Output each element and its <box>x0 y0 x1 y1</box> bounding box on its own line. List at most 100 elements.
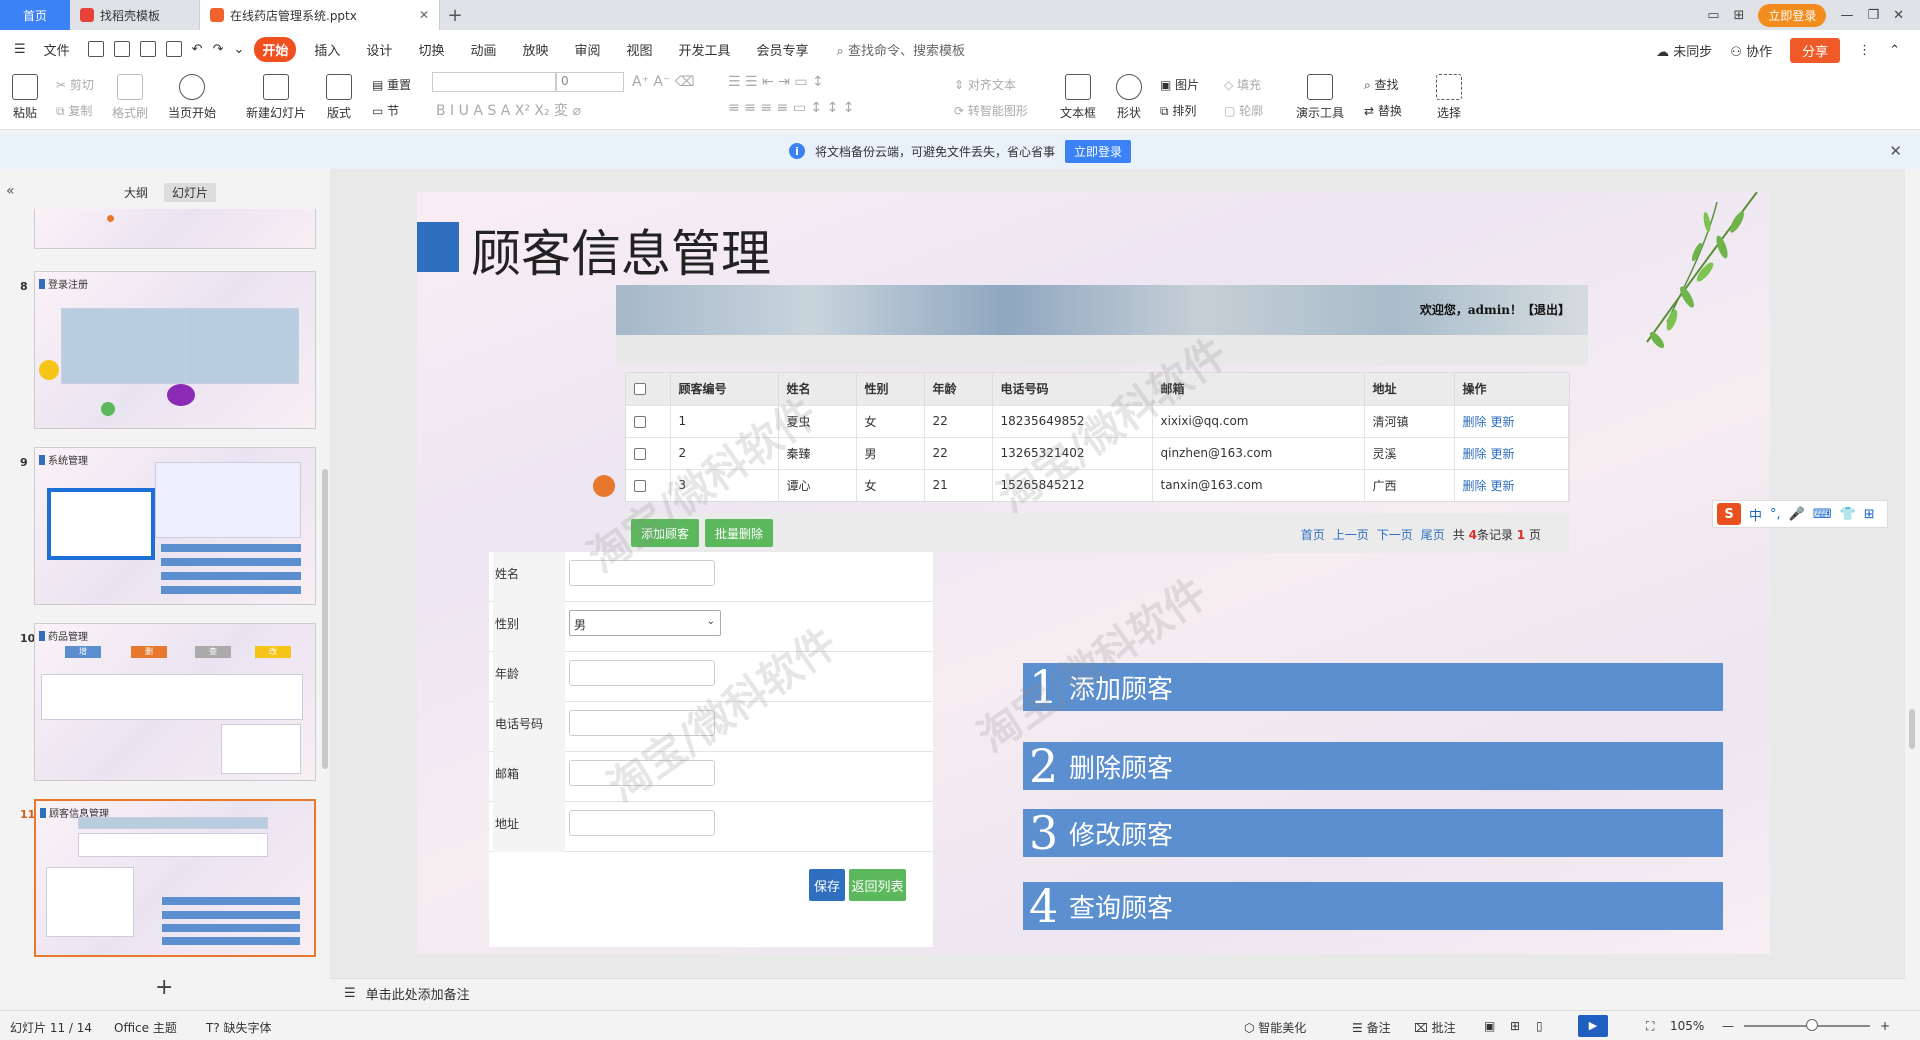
layout-button[interactable]: 版式 <box>326 74 352 121</box>
update-link[interactable]: 更新 <box>1491 415 1515 429</box>
file-menu[interactable]: 文件 <box>36 37 78 62</box>
sync-status[interactable]: ☁ 未同步 <box>1656 41 1712 60</box>
prev-page-link[interactable]: 上一页 <box>1333 526 1369 543</box>
slide-thumb-9[interactable]: 系统管理 <box>34 447 316 605</box>
welcome-text[interactable]: 欢迎您，admin！【退出】 <box>1420 301 1570 318</box>
batch-delete-button[interactable]: 批量删除 <box>705 519 774 547</box>
apps-grid-icon[interactable]: ⊞ <box>1734 8 1745 23</box>
zoom-slider-knob[interactable] <box>1806 1019 1818 1031</box>
paragraph-align-icons[interactable]: ≡ ≡ ≡ ≡ ▭ ↕ ↕ ↕ <box>728 100 855 116</box>
next-page-link[interactable]: 下一页 <box>1377 526 1413 543</box>
tab-design[interactable]: 设计 <box>358 37 400 62</box>
list-icons[interactable]: ☰ ☰ ⇤ ⇥ ▭ ↕ <box>728 74 824 90</box>
outline-button[interactable]: ▢ 轮廓 <box>1224 102 1263 119</box>
microphone-icon[interactable]: 🎤 <box>1789 507 1805 522</box>
delete-link[interactable]: 删除 <box>1463 479 1487 493</box>
row-checkbox[interactable] <box>634 415 646 428</box>
tab-developer[interactable]: 开发工具 <box>671 37 739 62</box>
export-pdf-icon[interactable] <box>113 41 130 57</box>
ime-lang[interactable]: 中 <box>1749 505 1762 524</box>
tab-animation[interactable]: 动画 <box>462 37 504 62</box>
select-button[interactable]: 选择 <box>1436 74 1462 121</box>
row-checkbox[interactable] <box>634 447 646 460</box>
font-style-icons[interactable]: B I U A S A X² X₂ 変 ⌀ <box>436 100 581 120</box>
reading-view-icon[interactable]: ▯ <box>1536 1019 1543 1033</box>
slide-thumb-8[interactable]: 登录注册 <box>34 271 316 429</box>
tab-view[interactable]: 视图 <box>619 37 661 62</box>
customize-chevron-icon[interactable]: ⌄ <box>233 42 244 57</box>
from-current-button[interactable]: 当页开始 <box>168 74 216 121</box>
ime-punct[interactable]: °, <box>1770 507 1781 522</box>
scroll-thumb[interactable] <box>1909 709 1915 749</box>
textbox-button[interactable]: 文本框 <box>1060 74 1096 121</box>
collapse-panel-icon[interactable]: « <box>6 183 15 199</box>
tab-close-icon[interactable]: ✕ <box>419 8 429 22</box>
tab-transition[interactable]: 切换 <box>410 37 452 62</box>
zoom-level[interactable]: 105% <box>1670 1019 1704 1033</box>
notes-placeholder[interactable]: 单击此处添加备注 <box>366 984 470 1003</box>
notification-close-icon[interactable]: ✕ <box>1889 142 1902 160</box>
undo-icon[interactable]: ↶ <box>192 42 203 57</box>
present-tool-button[interactable]: 演示工具 <box>1296 74 1344 121</box>
address-input[interactable] <box>569 810 715 836</box>
zoom-out-icon[interactable]: — <box>1722 1019 1734 1033</box>
delete-link[interactable]: 删除 <box>1463 415 1487 429</box>
thumb-scrollbar[interactable] <box>322 469 328 769</box>
tab-start[interactable]: 开始 <box>254 36 297 62</box>
share-button[interactable]: 分享 <box>1790 38 1841 63</box>
tab-review[interactable]: 审阅 <box>566 37 608 62</box>
redo-icon[interactable]: ↷ <box>213 42 224 57</box>
section-button[interactable]: ▭ 节 <box>372 102 399 119</box>
smart-art-button[interactable]: ⟳ 转智能图形 <box>954 102 1028 119</box>
collapse-ribbon-icon[interactable]: ⌃ <box>1889 43 1900 58</box>
normal-view-icon[interactable]: ▣ <box>1484 1019 1495 1033</box>
slides-tab[interactable]: 幻灯片 <box>164 183 217 202</box>
fit-window-icon[interactable]: ⛶ <box>1646 1019 1654 1034</box>
missing-font-button[interactable]: T? 缺失字体 <box>206 1019 272 1036</box>
slide-thumb-11[interactable]: 顾客信息管理 <box>34 799 316 957</box>
last-page-link[interactable]: 尾页 <box>1421 526 1445 543</box>
keyboard-icon[interactable]: ⌨ <box>1813 507 1832 522</box>
hamburger-icon[interactable]: ☰ <box>14 42 26 57</box>
more-icon[interactable]: ⋮ <box>1858 43 1871 58</box>
age-input[interactable] <box>569 660 715 686</box>
notification-login-button[interactable]: 立即登录 <box>1065 139 1132 163</box>
find-button[interactable]: ⌕ 查找 <box>1364 76 1399 93</box>
notes-bar[interactable]: ☰ 单击此处添加备注 <box>330 978 1905 1008</box>
font-size-select[interactable]: 0 <box>556 72 624 92</box>
replace-button[interactable]: ⇄ 替换 <box>1364 102 1402 119</box>
notes-toggle[interactable]: ☰ 备注 <box>1352 1019 1391 1036</box>
zoom-in-icon[interactable]: + <box>1880 1019 1890 1033</box>
new-slide-button[interactable]: 新建幻灯片 <box>246 74 306 121</box>
picture-button[interactable]: ▣ 图片 <box>1160 76 1199 93</box>
slide-thumb-7[interactable] <box>34 209 316 249</box>
template-tab[interactable]: 找稻壳模板 <box>70 0 200 30</box>
shape-button[interactable]: 形状 <box>1116 74 1142 121</box>
new-tab-button[interactable]: + <box>440 0 470 30</box>
first-page-link[interactable]: 首页 <box>1301 526 1325 543</box>
command-search[interactable]: ⌕ 查找命令、搜索模板 <box>827 40 965 59</box>
cut-button[interactable]: ✂ 剪切 <box>56 76 94 93</box>
sorter-view-icon[interactable]: ⊞ <box>1510 1019 1520 1033</box>
minimize-icon[interactable]: — <box>1840 8 1853 23</box>
file-tab[interactable]: 在线药店管理系统.pptx ✕ <box>200 0 440 30</box>
restore-icon[interactable]: ❐ <box>1867 8 1879 23</box>
print-preview-icon[interactable] <box>165 41 182 57</box>
save-icon[interactable] <box>87 41 104 57</box>
play-slideshow-button[interactable]: ▶ <box>1578 1015 1608 1037</box>
format-painter-button[interactable]: 格式刷 <box>112 74 148 121</box>
arrange-button[interactable]: ⧉ 排列 <box>1160 102 1196 119</box>
fill-button[interactable]: ◇ 填充 <box>1224 76 1261 93</box>
slide-thumb-10[interactable]: 药品管理 增 删 查 改 <box>34 623 316 781</box>
home-tab[interactable]: 首页 <box>0 0 70 30</box>
outline-tab[interactable]: 大纲 <box>116 183 156 202</box>
back-to-list-button[interactable]: 返回列表 <box>849 869 906 901</box>
gender-select[interactable]: 男 ⌄ <box>569 610 721 636</box>
beautify-button[interactable]: ⬡ 智能美化 <box>1244 1019 1306 1036</box>
copy-button[interactable]: ⧉ 复制 <box>56 102 92 119</box>
font-grow-shrink-icon[interactable]: A⁺ A⁻ ⌫ <box>632 74 695 90</box>
paste-button[interactable]: 粘贴 <box>12 74 38 121</box>
close-window-icon[interactable]: ✕ <box>1893 8 1904 23</box>
collab-button[interactable]: ⚇ 协作 <box>1730 41 1772 60</box>
grid-icon[interactable]: ⊞ <box>1864 507 1875 522</box>
